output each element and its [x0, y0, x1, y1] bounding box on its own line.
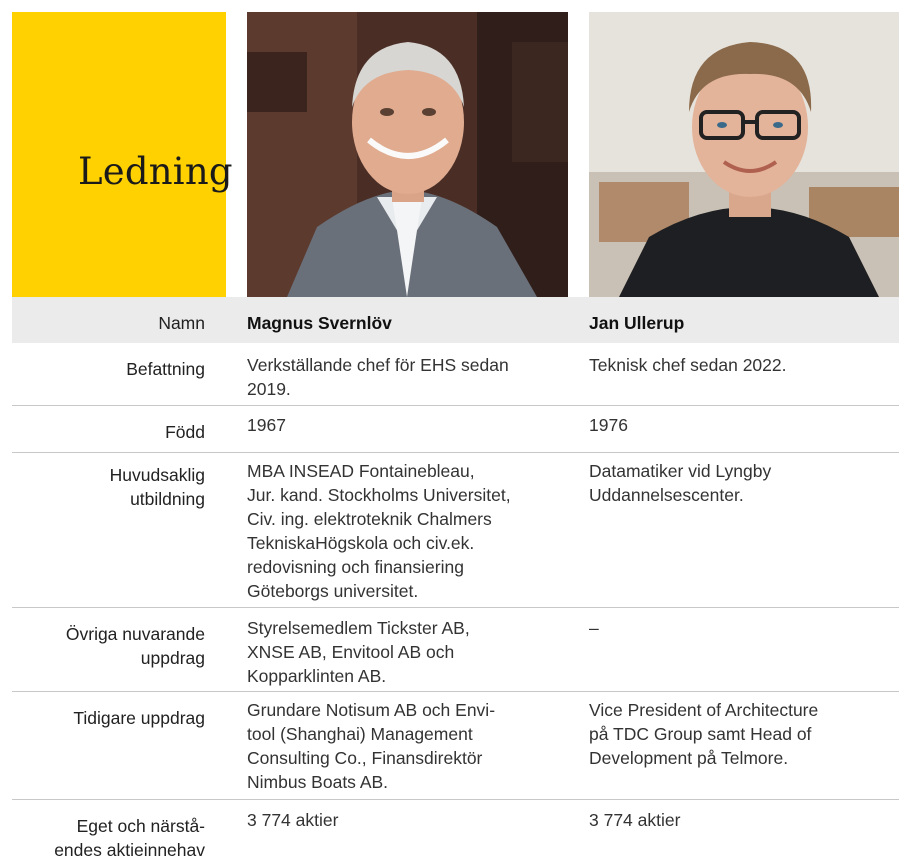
shares-person-2: 3 774 aktier — [589, 810, 681, 830]
name-person-1: Magnus Svernlöv — [247, 313, 392, 333]
education-person-1: MBA INSEAD Fontainebleau, Jur. kand. Sto… — [247, 461, 511, 601]
label-education: Huvudsaklig utbildning — [109, 465, 205, 509]
previous-person-1: Grundare Notisum AB och Envi- tool (Shan… — [247, 700, 496, 792]
born-person-1: 1967 — [247, 415, 286, 435]
management-page: Ledning Namn Magnus Svernlöv Jan Ullerup… — [0, 0, 899, 865]
label-current-assignments: Övriga nuvarande uppdrag — [65, 624, 205, 668]
portrait-photo-2 — [589, 12, 899, 297]
label-position: Befattning — [126, 359, 205, 379]
current-person-2: – — [589, 618, 599, 638]
position-person-1: Verkställande chef för EHS sedan 2019. — [247, 355, 509, 399]
row-born: Född 1967 1976 — [12, 406, 899, 452]
title-panel: Ledning — [12, 12, 233, 297]
page-title: Ledning — [78, 150, 233, 193]
position-person-2: Teknisk chef sedan 2022. — [589, 355, 787, 375]
current-person-1: Styrelsemedlem Tickster AB, XNSE AB, Env… — [247, 618, 470, 686]
previous-person-2: Vice President of Architecture på TDC Gr… — [589, 700, 819, 768]
born-person-2: 1976 — [589, 415, 628, 435]
row-education: Huvudsaklig utbildning MBA INSEAD Fontai… — [12, 453, 899, 607]
row-previous-assignments: Tidigare uppdrag Grundare Notisum AB och… — [12, 692, 899, 799]
name-person-2: Jan Ullerup — [589, 313, 685, 333]
label-previous-assignments: Tidigare uppdrag — [73, 708, 205, 728]
row-position: Befattning Verkställande chef för EHS se… — [12, 343, 899, 405]
portrait-photo-1 — [247, 12, 568, 297]
label-born: Född — [165, 422, 205, 442]
row-name: Namn Magnus Svernlöv Jan Ullerup — [12, 297, 899, 343]
label-name: Namn — [158, 313, 205, 333]
education-person-2: Datamatiker vid Lyngby Uddannelsescenter… — [589, 461, 772, 505]
shares-person-1: 3 774 aktier — [247, 810, 339, 830]
label-shareholding: Eget och närstå- endes aktieinnehav — [54, 816, 205, 860]
row-shareholding: Eget och närstå- endes aktieinnehav 3 77… — [12, 800, 899, 865]
row-current-assignments: Övriga nuvarande uppdrag Styrelsemedlem … — [12, 608, 899, 691]
